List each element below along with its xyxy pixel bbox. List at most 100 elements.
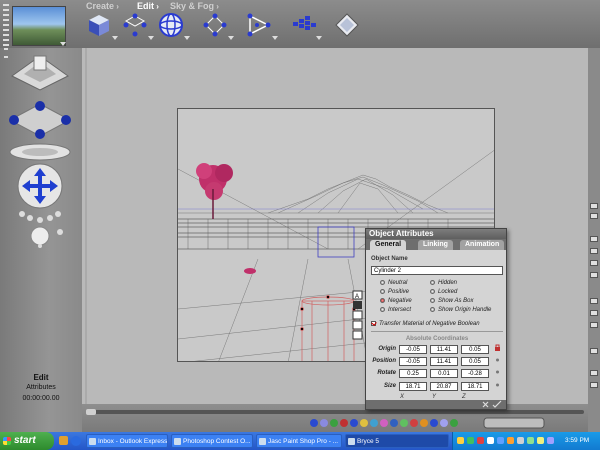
size-x[interactable]: 18.71: [399, 382, 427, 391]
size-y[interactable]: 20.87: [430, 382, 458, 391]
task-photoshop-contest[interactable]: Photoshop Contest O...: [171, 434, 253, 448]
display-mode-icon[interactable]: [590, 310, 598, 316]
position-x[interactable]: -0.05: [399, 357, 427, 366]
position-z[interactable]: 0.05: [461, 357, 489, 366]
nav-ticks[interactable]: [3, 4, 9, 46]
cylinder-object[interactable]: [300, 295, 356, 363]
radio-dot: [430, 280, 435, 285]
camera-trackball-pad[interactable]: [11, 55, 69, 91]
origin-z[interactable]: 0.05: [461, 345, 489, 354]
size-label: Size: [383, 383, 396, 389]
position-y[interactable]: 11.41: [430, 357, 458, 366]
transfer-material-checkbox[interactable]: Transfer Material of Negative Boolean: [371, 321, 480, 327]
menu-sky-fog[interactable]: Sky & Fog ›: [170, 1, 219, 11]
option-locked[interactable]: Locked: [430, 289, 457, 295]
task-outlook[interactable]: Inbox - Outlook Express: [86, 434, 168, 448]
quick-launch: [59, 436, 81, 446]
timeline-playhead[interactable]: [86, 409, 96, 415]
radio-positive[interactable]: Positive: [380, 289, 409, 295]
reposition-tool[interactable]: [202, 12, 234, 40]
diamond-icon: [335, 13, 359, 37]
rotate-x[interactable]: 0.25: [399, 369, 427, 378]
tab-linking[interactable]: Linking: [418, 240, 453, 250]
scene-thumbnail[interactable]: [12, 6, 66, 46]
view-front-icon[interactable]: [590, 260, 598, 266]
menu-edit[interactable]: Edit ›: [137, 1, 159, 11]
coordinates-heading[interactable]: Absolute Coordinates: [366, 336, 508, 342]
resize-tool[interactable]: [122, 12, 154, 40]
camera-crosshair-control[interactable]: [8, 101, 72, 139]
tray-icon-2[interactable]: [467, 437, 474, 444]
explorer-icon[interactable]: [59, 436, 68, 445]
lock-proportions-icon[interactable]: [493, 343, 503, 393]
menu-create[interactable]: Create ›: [86, 1, 119, 11]
confirm-check-icon[interactable]: [492, 400, 502, 408]
terrain-editor-tool[interactable]: [334, 12, 360, 38]
taskbar-clock[interactable]: 3:59 PM: [565, 432, 589, 450]
radio-negative[interactable]: Negative: [380, 298, 412, 304]
task-bryce[interactable]: Bryce 5: [345, 434, 449, 448]
timecode: 00:00:00.00: [22, 395, 60, 402]
palette-subtitle: Attributes: [26, 384, 56, 391]
ie-icon[interactable]: [71, 436, 81, 446]
object-edit-toolbox[interactable]: A: [352, 290, 364, 350]
radio-dot: [430, 307, 435, 312]
brush-icon[interactable]: [590, 213, 598, 219]
thumbnail-menu-arrow[interactable]: [60, 42, 66, 46]
network-icon[interactable]: [527, 437, 534, 444]
rotate-tool[interactable]: [158, 12, 190, 40]
camera-move-ball[interactable]: [17, 163, 63, 209]
view-side-icon[interactable]: [590, 248, 598, 254]
tray-icon-6[interactable]: [507, 437, 514, 444]
rotate-y[interactable]: 0.01: [430, 369, 458, 378]
tree-object[interactable]: [196, 163, 233, 219]
randomize-tool[interactable]: [290, 12, 322, 40]
radio-intersect[interactable]: Intersect: [380, 307, 411, 313]
task-paint-shop-pro[interactable]: Jasc Paint Shop Pro - ...: [256, 434, 342, 448]
browser-icon: [174, 438, 181, 445]
volume-icon[interactable]: [517, 437, 524, 444]
material-cube-tool[interactable]: [86, 12, 118, 40]
tray-icon-8[interactable]: [547, 437, 554, 444]
option-hidden[interactable]: Hidden: [430, 280, 457, 286]
rock-object[interactable]: [244, 268, 256, 274]
object-attributes-dialog: Object Attributes General Linking Animat…: [365, 228, 507, 410]
tray-icon-4[interactable]: [487, 437, 494, 444]
timeline-scrubber[interactable]: [86, 409, 584, 415]
pen-icon[interactable]: [590, 203, 598, 209]
wireframe-mode-icon[interactable]: [590, 322, 598, 328]
object-name-input[interactable]: Cylinder 2: [371, 266, 503, 275]
rotate-z[interactable]: -0.28: [461, 369, 489, 378]
camera-rotation-ring[interactable]: [9, 143, 71, 161]
view-top-icon[interactable]: [590, 236, 598, 242]
render-spheres[interactable]: [30, 226, 63, 248]
selection-box[interactable]: [317, 226, 355, 258]
tab-general[interactable]: General: [370, 240, 407, 250]
tray-icon-1[interactable]: [457, 437, 464, 444]
minus-icon[interactable]: [590, 382, 598, 388]
align-icon: [247, 13, 271, 37]
tray-icon-5[interactable]: [497, 437, 504, 444]
origin-x[interactable]: -0.05: [399, 345, 427, 354]
radio-dot: [430, 298, 435, 303]
align-tool[interactable]: [246, 12, 278, 40]
size-z[interactable]: 18.71: [461, 382, 489, 391]
palette-shortcuts[interactable]: [308, 416, 548, 430]
left-control-panel: Edit Attributes 00:00:00.00: [0, 48, 82, 432]
view-camera-icon[interactable]: [590, 272, 598, 278]
scene-viewport[interactable]: A: [82, 48, 588, 404]
start-button[interactable]: start: [0, 432, 54, 450]
tray-icon-7[interactable]: [537, 437, 544, 444]
origin-label: Origin: [378, 346, 396, 352]
zoom-icon[interactable]: [590, 348, 598, 354]
option-show-as-box[interactable]: Show As Box: [430, 298, 473, 304]
plus-icon[interactable]: [590, 370, 598, 376]
radio-neutral[interactable]: Neutral: [380, 280, 407, 286]
cancel-icon[interactable]: [482, 401, 489, 408]
tab-animation[interactable]: Animation: [460, 240, 505, 250]
option-show-origin-handle[interactable]: Show Origin Handle: [430, 307, 491, 313]
zoom-dots-ring[interactable]: [19, 211, 61, 223]
origin-y[interactable]: 11.41: [430, 345, 458, 354]
tray-icon-3[interactable]: [477, 437, 484, 444]
render-mode-icon[interactable]: [590, 298, 598, 304]
